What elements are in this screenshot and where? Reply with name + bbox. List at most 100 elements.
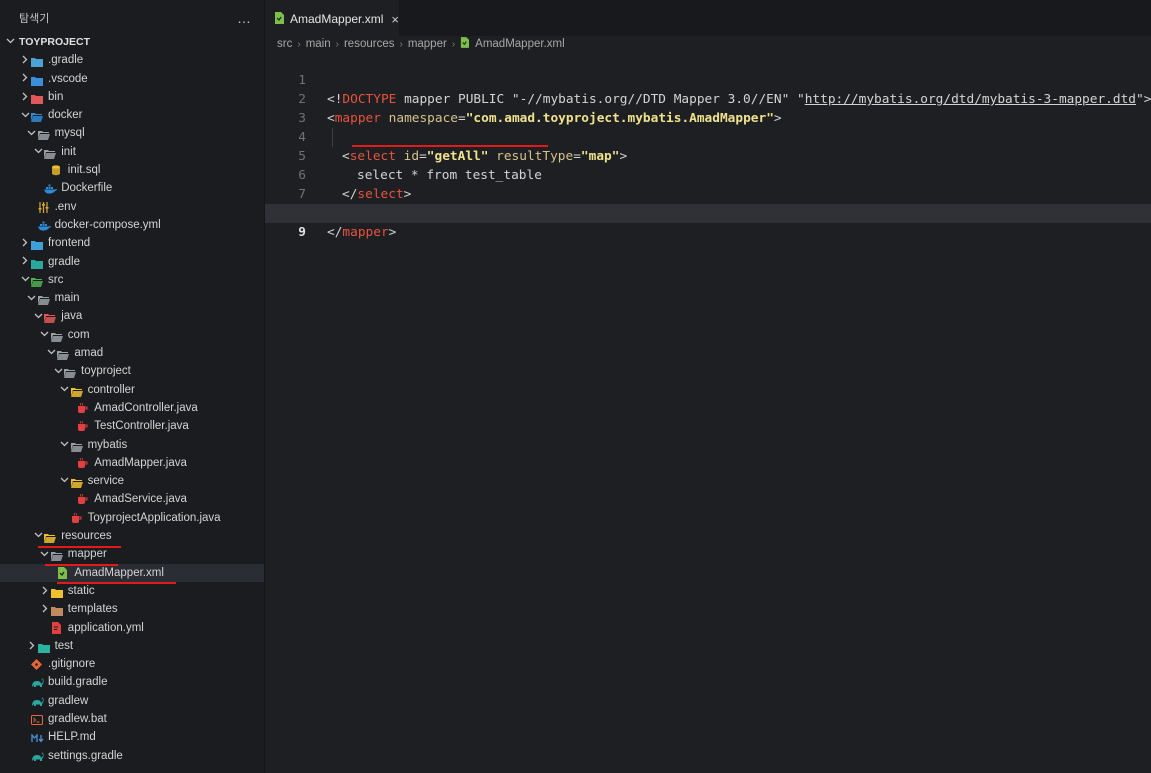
code-line[interactable]: 2 <mapper namespace="com.amad.toyproject…: [265, 71, 1151, 126]
line-number: 9: [298, 225, 306, 240]
chevron-down-icon: [33, 143, 43, 161]
breadcrumb-item[interactable]: AmadMapper.xml: [475, 38, 564, 50]
code-line[interactable]: 7: [265, 166, 1151, 202]
folder-icon: [64, 366, 76, 379]
code-line-active[interactable]: 9: [265, 204, 1151, 240]
folder-icon: [44, 311, 57, 324]
tree-item-label: AmadMapper.xml: [74, 566, 164, 579]
tree-file-docker-compose-yml[interactable]: docker-compose.yml: [0, 216, 264, 234]
chevron-right-icon: [20, 70, 30, 88]
tree-file-amadmapper-xml[interactable]: AmadMapper.xml: [0, 563, 264, 582]
close-tab-icon[interactable]: ×: [391, 12, 399, 27]
tree-folder-toyproject[interactable]: toyproject: [0, 362, 264, 380]
tree-file-settings-gradle[interactable]: settings.gradle: [0, 747, 264, 765]
tree-folder-amad[interactable]: amad: [0, 344, 264, 362]
tree-file-build-gradle[interactable]: build.gradle: [0, 673, 264, 691]
tree-folder-src[interactable]: src: [0, 271, 264, 289]
annotation-underline-mapper: [45, 564, 118, 566]
tree-file-gradlew[interactable]: gradlew: [0, 692, 264, 710]
code-line[interactable]: 4 <select id="getAll" resultType="map">: [265, 109, 1151, 164]
chevron-down-icon: [60, 436, 70, 454]
chevron-down-icon: [33, 527, 43, 545]
breadcrumb-chevron-icon: ›: [399, 38, 403, 50]
breadcrumb-item[interactable]: main: [306, 38, 331, 50]
java-icon: [77, 493, 89, 505]
explorer-sidebar: 탐색기 … TOYPROJECT .gradle .vscode bin docker…: [0, 0, 265, 773]
tree-file-testcontroller-java[interactable]: TestController.java: [0, 417, 264, 435]
tree-file-toyprojectapplication-java[interactable]: ToyprojectApplication.java: [0, 509, 264, 527]
folder-icon: [50, 586, 63, 598]
code-line[interactable]: 6 </select>: [265, 147, 1151, 202]
tree-item-label: gradle: [48, 255, 80, 268]
tree-folder-mybatis[interactable]: mybatis: [0, 436, 264, 454]
chevron-down-icon: [27, 124, 37, 142]
tree-folder-templates[interactable]: templates: [0, 600, 264, 618]
tree-folder-main[interactable]: main: [0, 289, 264, 307]
chevron-down-icon: [60, 472, 70, 490]
tree-file-help-md[interactable]: HELP.md: [0, 728, 264, 746]
docker-icon: [37, 219, 51, 231]
tree-folder-gradle[interactable]: .gradle: [0, 51, 264, 69]
chevron-right-icon: [40, 600, 50, 618]
more-actions-icon[interactable]: …: [237, 10, 252, 26]
tree-item-label: mapper: [67, 548, 107, 561]
markdown-icon: [31, 731, 44, 743]
explorer-header: 탐색기 …: [0, 0, 264, 36]
tree-file-amadcontroller-java[interactable]: AmadController.java: [0, 399, 264, 417]
tree-folder-frontend[interactable]: frontend: [0, 234, 264, 252]
folder-icon: [31, 110, 43, 123]
annotation-underline-resources: [38, 546, 121, 548]
folder-icon: [31, 74, 43, 86]
tree-item-label: test: [54, 639, 74, 652]
tree-file-amadmapper-java[interactable]: AmadMapper.java: [0, 454, 264, 472]
tree-item-label: TestController.java: [94, 420, 189, 433]
tree-folder-init[interactable]: init: [0, 143, 264, 161]
code-line[interactable]: 8 </mapper>: [265, 185, 1151, 240]
tree-file-init-sql[interactable]: init.sql: [0, 161, 264, 179]
tree-file-amadservice-java[interactable]: AmadService.java: [0, 490, 264, 508]
line-text: </mapper>: [327, 223, 396, 242]
folder-icon: [31, 92, 43, 104]
tree-folder-mysql[interactable]: mysql: [0, 124, 264, 142]
chevron-right-icon: [20, 234, 30, 252]
tree-folder-com[interactable]: com: [0, 326, 264, 344]
tree-folder-gradle[interactable]: gradle: [0, 253, 264, 271]
tree-folder-test[interactable]: test: [0, 637, 264, 655]
tree-item-label: Dockerfile: [61, 182, 113, 195]
tree-folder-docker[interactable]: docker: [0, 106, 264, 124]
breadcrumb-item[interactable]: resources: [344, 38, 395, 50]
tree-folder-static[interactable]: static: [0, 582, 264, 600]
code-line[interactable]: 1 <!DOCTYPE mapper PUBLIC "-//mybatis.or…: [265, 52, 1151, 107]
tree-folder-service[interactable]: service: [0, 472, 264, 490]
tree-folder-java[interactable]: java: [0, 307, 264, 325]
breadcrumb-item[interactable]: mapper: [408, 38, 447, 50]
tree-folder-controller[interactable]: controller: [0, 381, 264, 399]
tree-item-label: toyproject: [81, 365, 131, 378]
tab-amadmapper-xml[interactable]: AmadMapper.xml ×: [265, 0, 399, 37]
annotation-underline-sql: [352, 145, 548, 147]
chevron-right-icon: [40, 582, 50, 600]
tree-folder-resources[interactable]: resources: [0, 527, 264, 545]
tree-item-label: gradlew: [48, 694, 89, 707]
tree-file-gradlew-bat[interactable]: gradlew.bat: [0, 710, 264, 728]
folder-icon: [31, 257, 43, 269]
code-editor[interactable]: 1 <!DOCTYPE mapper PUBLIC "-//mybatis.or…: [265, 52, 1151, 240]
folder-icon: [50, 549, 63, 562]
folder-icon: [37, 128, 50, 141]
tree-item-label: templates: [67, 603, 118, 616]
tree-file-env[interactable]: .env: [0, 198, 264, 216]
tree-folder-mapper[interactable]: mapper: [0, 545, 264, 563]
chevron-down-icon: [20, 271, 30, 289]
code-line[interactable]: 3: [265, 90, 1151, 126]
tab-bar: AmadMapper.xml ×: [265, 0, 1151, 37]
tree-file-dockerfile[interactable]: Dockerfile: [0, 179, 264, 197]
tree-folder-vscode[interactable]: .vscode: [0, 70, 264, 88]
project-root[interactable]: TOYPROJECT: [0, 33, 264, 51]
folder-icon: [31, 275, 43, 287]
docker-icon: [44, 182, 58, 194]
tree-file-application-yml[interactable]: application.yml: [0, 619, 264, 637]
tree-file-gitignore[interactable]: .gitignore: [0, 655, 264, 673]
tree-folder-bin[interactable]: bin: [0, 88, 264, 106]
tree-item-label: init.sql: [67, 164, 101, 177]
breadcrumb-item[interactable]: src: [277, 38, 292, 50]
